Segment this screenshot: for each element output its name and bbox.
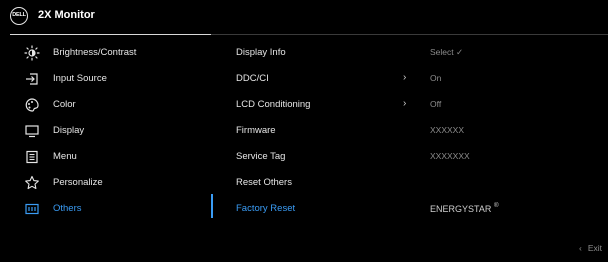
menu-label-personalize: Personalize	[53, 177, 103, 188]
exit-button[interactable]: ‹ Exit	[579, 243, 602, 253]
submenu-item-service-tag[interactable]: Service Tag XXXXXXX	[212, 144, 608, 170]
menu-item-personalize[interactable]: Personalize	[0, 170, 210, 196]
input-source-icon	[24, 71, 40, 87]
submenu-label: Display Info	[236, 47, 286, 58]
submenu-label: Reset Others	[236, 177, 292, 188]
menu-label-input-source: Input Source	[53, 73, 107, 84]
submenu-label: Factory Reset	[236, 203, 296, 214]
menu-item-display[interactable]: Display	[0, 118, 210, 144]
menu-item-menu[interactable]: Menu	[0, 144, 210, 170]
dell-logo: DELL	[10, 7, 28, 25]
menu-label-color: Color	[53, 99, 76, 110]
chevron-right-icon: ›	[403, 72, 407, 83]
brightness-icon	[24, 45, 40, 61]
submenu-label: DDC/CI	[236, 73, 269, 84]
submenu-item-display-info[interactable]: Display Info Select ✓	[212, 40, 608, 66]
menu-label-brightness-contrast: Brightness/Contrast	[53, 47, 137, 58]
others-icon	[24, 201, 40, 217]
submenu-item-ddc-ci[interactable]: DDC/CI › On	[212, 66, 608, 92]
submenu-value: XXXXXXX	[430, 151, 470, 161]
chevron-right-icon: ›	[403, 98, 407, 109]
color-palette-icon	[24, 97, 40, 113]
submenu-value: XXXXXX	[430, 125, 465, 135]
submenu-item-lcd-conditioning[interactable]: LCD Conditioning › Off	[212, 92, 608, 118]
menu-item-others[interactable]: Others	[0, 196, 210, 222]
menu-icon	[24, 149, 40, 165]
submenu-label: LCD Conditioning	[236, 99, 311, 110]
submenu-label: Service Tag	[236, 151, 286, 162]
header-rule-left	[10, 34, 211, 35]
submenu-value: Off	[430, 99, 442, 109]
energystar-text: ENERGYSTAR	[430, 204, 492, 214]
menu-item-brightness-contrast[interactable]: Brightness/Contrast	[0, 40, 210, 66]
menu-label-display: Display	[53, 125, 85, 136]
submenu-item-reset-others[interactable]: Reset Others	[212, 170, 608, 196]
monitor-title: 2X Monitor	[38, 9, 95, 21]
submenu-value: On	[430, 73, 442, 83]
menu-item-input-source[interactable]: Input Source	[0, 66, 210, 92]
exit-label: Exit	[587, 243, 602, 253]
submenu-value: Select ✓	[430, 47, 464, 57]
osd-header: DELL 2X Monitor	[0, 0, 608, 34]
energystar-label: ENERGYSTAR ®	[430, 202, 499, 214]
star-icon	[24, 175, 40, 191]
submenu-item-factory-reset[interactable]: Factory Reset ENERGYSTAR ®	[212, 196, 608, 222]
menu-item-color[interactable]: Color	[0, 92, 210, 118]
menu-label-menu: Menu	[53, 151, 77, 162]
chevron-left-icon: ‹	[578, 243, 582, 253]
monitor-osd: DELL 2X Monitor Brightness/Contrast Inpu…	[0, 0, 608, 262]
header-rule-right	[211, 34, 608, 35]
submenu-item-firmware[interactable]: Firmware XXXXXX	[212, 118, 608, 144]
submenu-label: Firmware	[236, 125, 276, 136]
registered-mark: ®	[493, 202, 499, 209]
display-icon	[24, 123, 40, 139]
menu-label-others: Others	[53, 203, 82, 214]
